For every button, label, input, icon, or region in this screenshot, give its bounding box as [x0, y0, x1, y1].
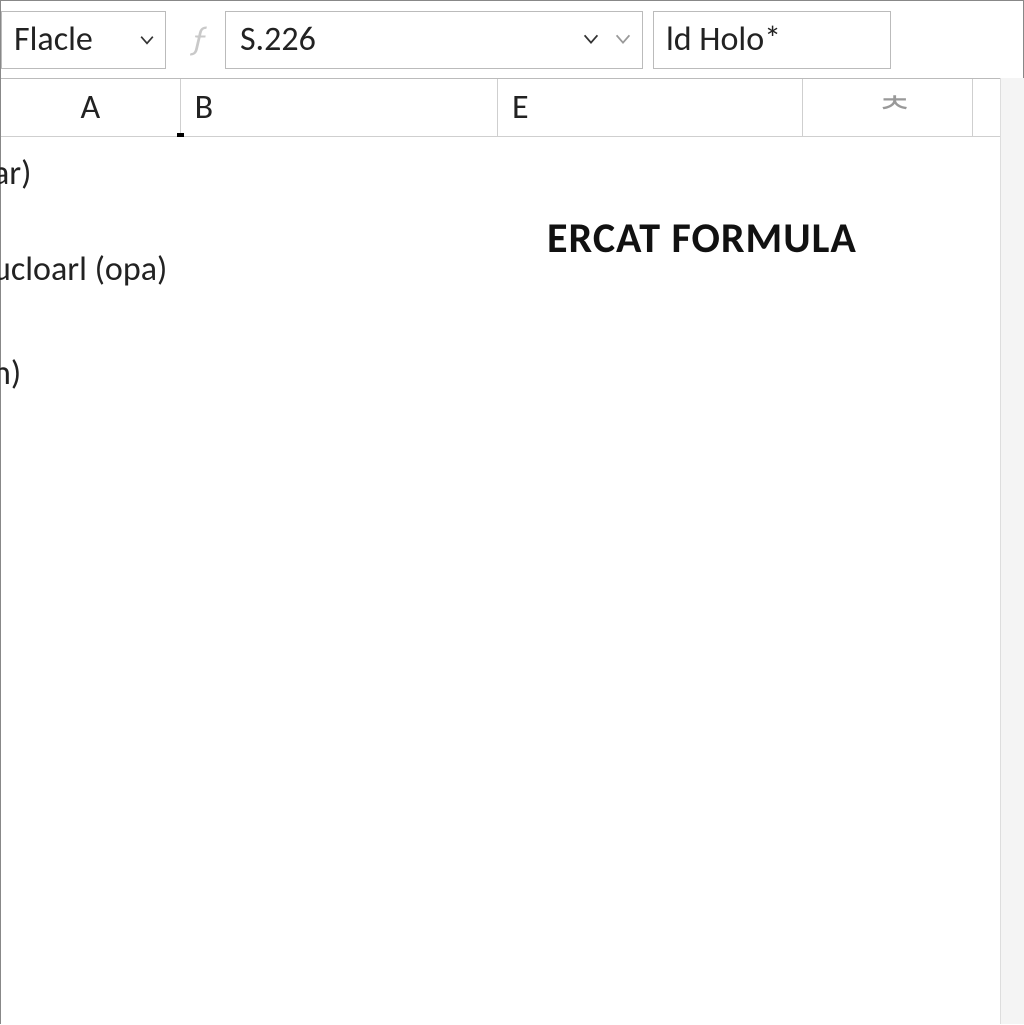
column-header-label: A [80, 87, 100, 128]
title-text: ERCAT FORMULA [547, 213, 857, 264]
column-header-label: B [195, 87, 214, 128]
cell-value[interactable]: n) [0, 353, 21, 394]
column-header-collapsed[interactable]: ᄎ [803, 79, 973, 136]
cell-text: ar) [0, 153, 31, 194]
insert-function-icon[interactable]: ƒ [176, 19, 215, 60]
formula-bar-value: S.226 [240, 19, 316, 60]
column-headers: A B E ᄎ [1, 79, 1023, 137]
column-header-collapsed-glyph: ᄎ [879, 83, 910, 132]
column-header-B[interactable]: B [181, 79, 498, 136]
column-header-A[interactable]: A [1, 79, 181, 136]
name-box-value: Flacle [14, 19, 93, 60]
chevron-down-icon[interactable] [580, 19, 602, 60]
spreadsheet-grid[interactable]: ar) ucloarl (opa) n) l ERCAT FORMULA [1, 137, 1023, 1025]
title-cell[interactable]: ERCAT FORMULA [547, 213, 857, 264]
column-header-label: E [512, 87, 529, 128]
chevron-down-icon [137, 19, 157, 60]
formula-bar[interactable]: S.226 [225, 11, 643, 69]
expand-formula-bar-icon[interactable] [612, 19, 634, 60]
cell-value[interactable]: ucloarl (opa) [0, 249, 167, 290]
cell-text: l [0, 455, 1, 496]
cell-text: n) [0, 353, 21, 394]
vertical-scrollbar[interactable] [1000, 78, 1024, 1024]
column-header-E[interactable]: E [498, 79, 803, 136]
cell-value[interactable]: l [0, 455, 1, 496]
cell-text: ucloarl (opa) [0, 249, 167, 290]
search-box[interactable]: ld Holo* [653, 11, 891, 69]
cell-value[interactable]: ar) [0, 153, 31, 194]
formula-toolbar: Flacle ƒ S.226 ld Holo* [1, 1, 1023, 79]
search-box-value: ld Holo* [666, 19, 781, 60]
name-box[interactable]: Flacle [1, 11, 166, 69]
